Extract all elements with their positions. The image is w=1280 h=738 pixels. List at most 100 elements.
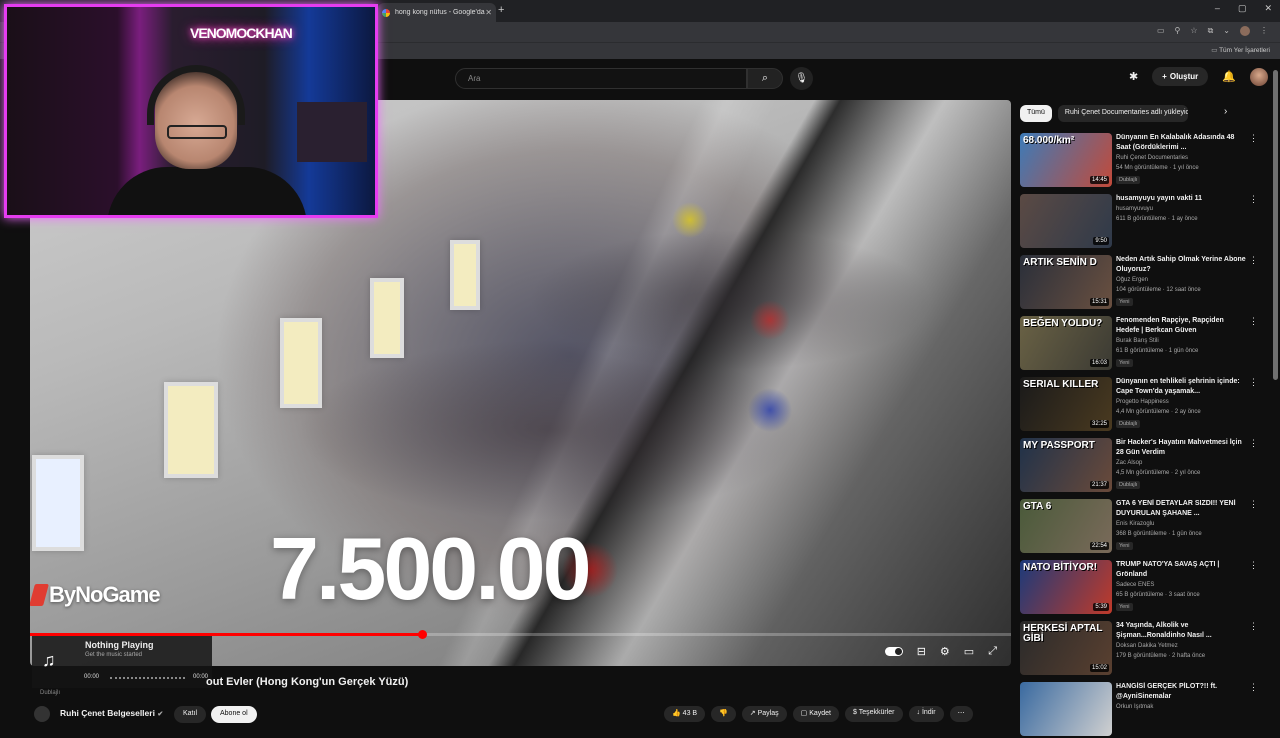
recommendation-title[interactable]: Neden Artık Sahip Olmak Yerine Abone Olu… xyxy=(1116,255,1246,274)
extension-icon[interactable]: ✱ xyxy=(1129,70,1138,83)
more-options-icon[interactable]: ⋮ xyxy=(1249,255,1258,266)
notifications-bell-icon[interactable]: 🔔 xyxy=(1222,70,1236,83)
video-thumbnail[interactable] xyxy=(1020,682,1112,736)
recommendation-item[interactable]: HANGİSİ GERÇEK PİLOT?!! ft. @AyniSinemal… xyxy=(1020,682,1260,738)
video-thumbnail[interactable]: HERKESİ APTAL GİBİ 15:02 xyxy=(1020,621,1112,675)
recommendation-badge: Dublajlı xyxy=(1116,481,1141,489)
recommendation-channel[interactable]: Sadece ENES xyxy=(1116,582,1154,588)
more-options-icon[interactable]: ⋮ xyxy=(1249,438,1258,449)
more-options-icon[interactable]: ⋮ xyxy=(1249,377,1258,388)
dublaj-tag: Dublajlı xyxy=(40,690,61,696)
more-options-icon[interactable]: ⋮ xyxy=(1249,316,1258,327)
video-thumbnail[interactable]: GTA 6 22:54 xyxy=(1020,499,1112,553)
recommendation-channel[interactable]: Burak Barış Stili xyxy=(1116,338,1159,344)
wall-poster xyxy=(280,318,322,408)
thumbnail-text: BEĞEN YOLDU? xyxy=(1023,318,1103,329)
recommendation-item[interactable]: 9:50 husamyuyu yayın vakti 11 husamyuvuyu 6… xyxy=(1020,194,1260,250)
duration-badge: 14:45 xyxy=(1089,176,1109,184)
create-button[interactable]: + Oluştur xyxy=(1152,67,1209,86)
save-icon: ▢ xyxy=(800,710,810,717)
extensions-icon[interactable]: ⧉ xyxy=(1208,26,1214,36)
streamer-body xyxy=(107,167,307,215)
theater-mode-icon[interactable]: ▭ xyxy=(964,645,974,658)
recommendation-item[interactable]: NATO BİTİYOR! 5:39 TRUMP NATO'YA SAVAŞ AÇT… xyxy=(1020,560,1260,616)
settings-gear-icon[interactable]: ⚙ xyxy=(940,645,950,658)
recommendation-title[interactable]: Bir Hacker's Hayatını Mahvetmesi İçin 28… xyxy=(1116,438,1246,457)
scrollbar[interactable] xyxy=(1273,70,1278,380)
recommendations-sidebar: Tümü Ruhi Çenet Documentaries adlı yükle… xyxy=(1016,100,1266,736)
close-window-button[interactable]: ✕ xyxy=(1264,3,1272,14)
recommendation-channel[interactable]: Doksan Dakika Yetmez xyxy=(1116,643,1178,649)
account-avatar[interactable] xyxy=(1250,67,1268,86)
zoom-icon[interactable]: ⚲ xyxy=(1175,26,1181,36)
video-thumbnail[interactable]: MY PASSPORT 21:37 xyxy=(1020,438,1112,492)
recommendation-channel[interactable]: Orkun Işıtmak xyxy=(1116,704,1153,710)
recommendation-meta: 611 B görüntüleme · 1 ay önce xyxy=(1116,216,1198,222)
recommendation-title[interactable]: husamyuyu yayın vakti 11 xyxy=(1116,194,1246,204)
recommendation-item[interactable]: MY PASSPORT 21:37 Bir Hacker's Hayatını Ma… xyxy=(1020,438,1260,494)
video-thumbnail[interactable]: 68.000/km² 14:45 xyxy=(1020,133,1112,187)
video-thumbnail[interactable]: BEĞEN YOLDU? 16:03 xyxy=(1020,316,1112,370)
duration-badge: 32:25 xyxy=(1089,420,1109,428)
search-button[interactable]: ⌕ xyxy=(747,68,783,89)
join-button[interactable]: Katıl xyxy=(174,706,207,723)
recommendation-item[interactable]: HERKESİ APTAL GİBİ 15:02 34 Yaşında, Alkol… xyxy=(1020,621,1260,677)
maximize-button[interactable]: ▢ xyxy=(1238,3,1247,14)
recommendation-title[interactable]: Dünyanın en tehlikeli şehrinin içinde: C… xyxy=(1116,377,1246,396)
recommendation-meta: 179 B görüntüleme · 2 hafta önce xyxy=(1116,653,1206,659)
recommendation-item[interactable]: BEĞEN YOLDU? 16:03 Fenomenden Rapçiye, Rap… xyxy=(1020,316,1260,372)
browser-menu-icon[interactable]: ⋮ xyxy=(1260,26,1268,36)
recommendation-channel[interactable]: Enis Kirazoglu xyxy=(1116,521,1154,527)
recommendation-meta: 65 B görüntüleme · 3 saat önce xyxy=(1116,592,1200,598)
voice-search-button[interactable]: 🎙 xyxy=(790,67,813,90)
chevron-right-icon[interactable]: › xyxy=(1224,106,1227,117)
chip-from-uploader[interactable]: Ruhi Çenet Documentaries adlı yükleyicid… xyxy=(1057,105,1188,122)
recommendation-title[interactable]: GTA 6 YENİ DETAYLAR SIZDI!! YENİ DUYURUL… xyxy=(1116,499,1246,518)
video-thumbnail[interactable]: ARTIK SENİN D 15:31 xyxy=(1020,255,1112,309)
recommendation-channel[interactable]: Zac Alsop xyxy=(1116,460,1142,466)
cast-icon[interactable]: ▭ xyxy=(1157,26,1165,36)
chip-all[interactable]: Tümü xyxy=(1020,105,1052,122)
more-options-icon[interactable]: ⋮ xyxy=(1249,560,1258,571)
subscribe-button[interactable]: Abone ol xyxy=(211,706,257,723)
more-options-icon[interactable]: ⋮ xyxy=(1249,133,1258,144)
music-progress xyxy=(110,677,185,679)
music-subtitle: Get the music started xyxy=(85,652,143,658)
recommendation-item[interactable]: GTA 6 22:54 GTA 6 YENİ DETAYLAR SIZDI!! YE… xyxy=(1020,499,1260,555)
recommendation-title[interactable]: HANGİSİ GERÇEK PİLOT?!! ft. @AyniSinemal… xyxy=(1116,682,1246,701)
duration-badge: 16:03 xyxy=(1089,359,1109,367)
recommendation-title[interactable]: 34 Yaşında, Alkolik ve Şişman...Ronaldin… xyxy=(1116,621,1246,640)
autoplay-toggle[interactable] xyxy=(884,647,903,656)
more-options-icon[interactable]: ⋮ xyxy=(1249,621,1258,632)
recommendation-item[interactable]: ARTIK SENİN D 15:31 Neden Artık Sahip Olma… xyxy=(1020,255,1260,311)
close-tab-icon[interactable]: ✕ xyxy=(485,8,492,17)
fullscreen-icon[interactable]: ⤢ xyxy=(988,645,997,658)
all-bookmarks-link[interactable]: Tüm Yer İşaretleri xyxy=(1211,46,1270,54)
more-options-icon[interactable]: ⋮ xyxy=(1249,682,1258,693)
search-input[interactable]: Ara xyxy=(455,68,747,89)
video-thumbnail[interactable]: 9:50 xyxy=(1020,194,1112,248)
recommendation-channel[interactable]: Oğuz Ergen xyxy=(1116,277,1148,283)
recommendation-title[interactable]: TRUMP NATO'YA SAVAŞ AÇTI | Grönland xyxy=(1116,560,1246,579)
tab-search-icon[interactable]: ⌄ xyxy=(1223,26,1230,36)
bookmark-star-icon[interactable]: ☆ xyxy=(1190,26,1197,36)
recommendation-title[interactable]: Dünyanın En Kalabalık Adasında 48 Saat (… xyxy=(1116,133,1246,152)
browser-tab[interactable]: hong kong nüfus - Google'da A ✕ xyxy=(378,3,496,22)
recommendation-item[interactable]: SERIAL KILLER 32:25 Dünyanın en tehlikeli … xyxy=(1020,377,1260,433)
recommendation-item[interactable]: 68.000/km² 14:45 Dünyanın En Kalabalık Ada… xyxy=(1020,133,1260,189)
music-note-icon: ♫ xyxy=(42,650,56,670)
recommendation-title[interactable]: Fenomenden Rapçiye, Rapçiden Hedefe | Be… xyxy=(1116,316,1246,335)
recommendation-channel[interactable]: husamyuvuyu xyxy=(1116,206,1153,212)
more-options-icon[interactable]: ⋮ xyxy=(1249,499,1258,510)
video-thumbnail[interactable]: SERIAL KILLER 32:25 xyxy=(1020,377,1112,431)
recommendation-channel[interactable]: Progetto Happiness xyxy=(1116,399,1169,405)
recommendation-channel[interactable]: Ruhi Çenet Documentaries xyxy=(1116,155,1188,161)
subtitles-icon[interactable]: ⊟ xyxy=(917,645,926,658)
player-controls: ⊟ ⚙ ▭ ⤢ xyxy=(884,645,997,658)
video-thumbnail[interactable]: NATO BİTİYOR! 5:39 xyxy=(1020,560,1112,614)
channel-name[interactable]: Ruhi Çenet Belgeselleri ✔ xyxy=(60,708,163,718)
browser-profile-avatar[interactable] xyxy=(1240,26,1250,36)
new-tab-button[interactable]: + xyxy=(498,4,504,16)
minimize-button[interactable]: – xyxy=(1215,3,1220,14)
more-options-icon[interactable]: ⋮ xyxy=(1249,194,1258,205)
